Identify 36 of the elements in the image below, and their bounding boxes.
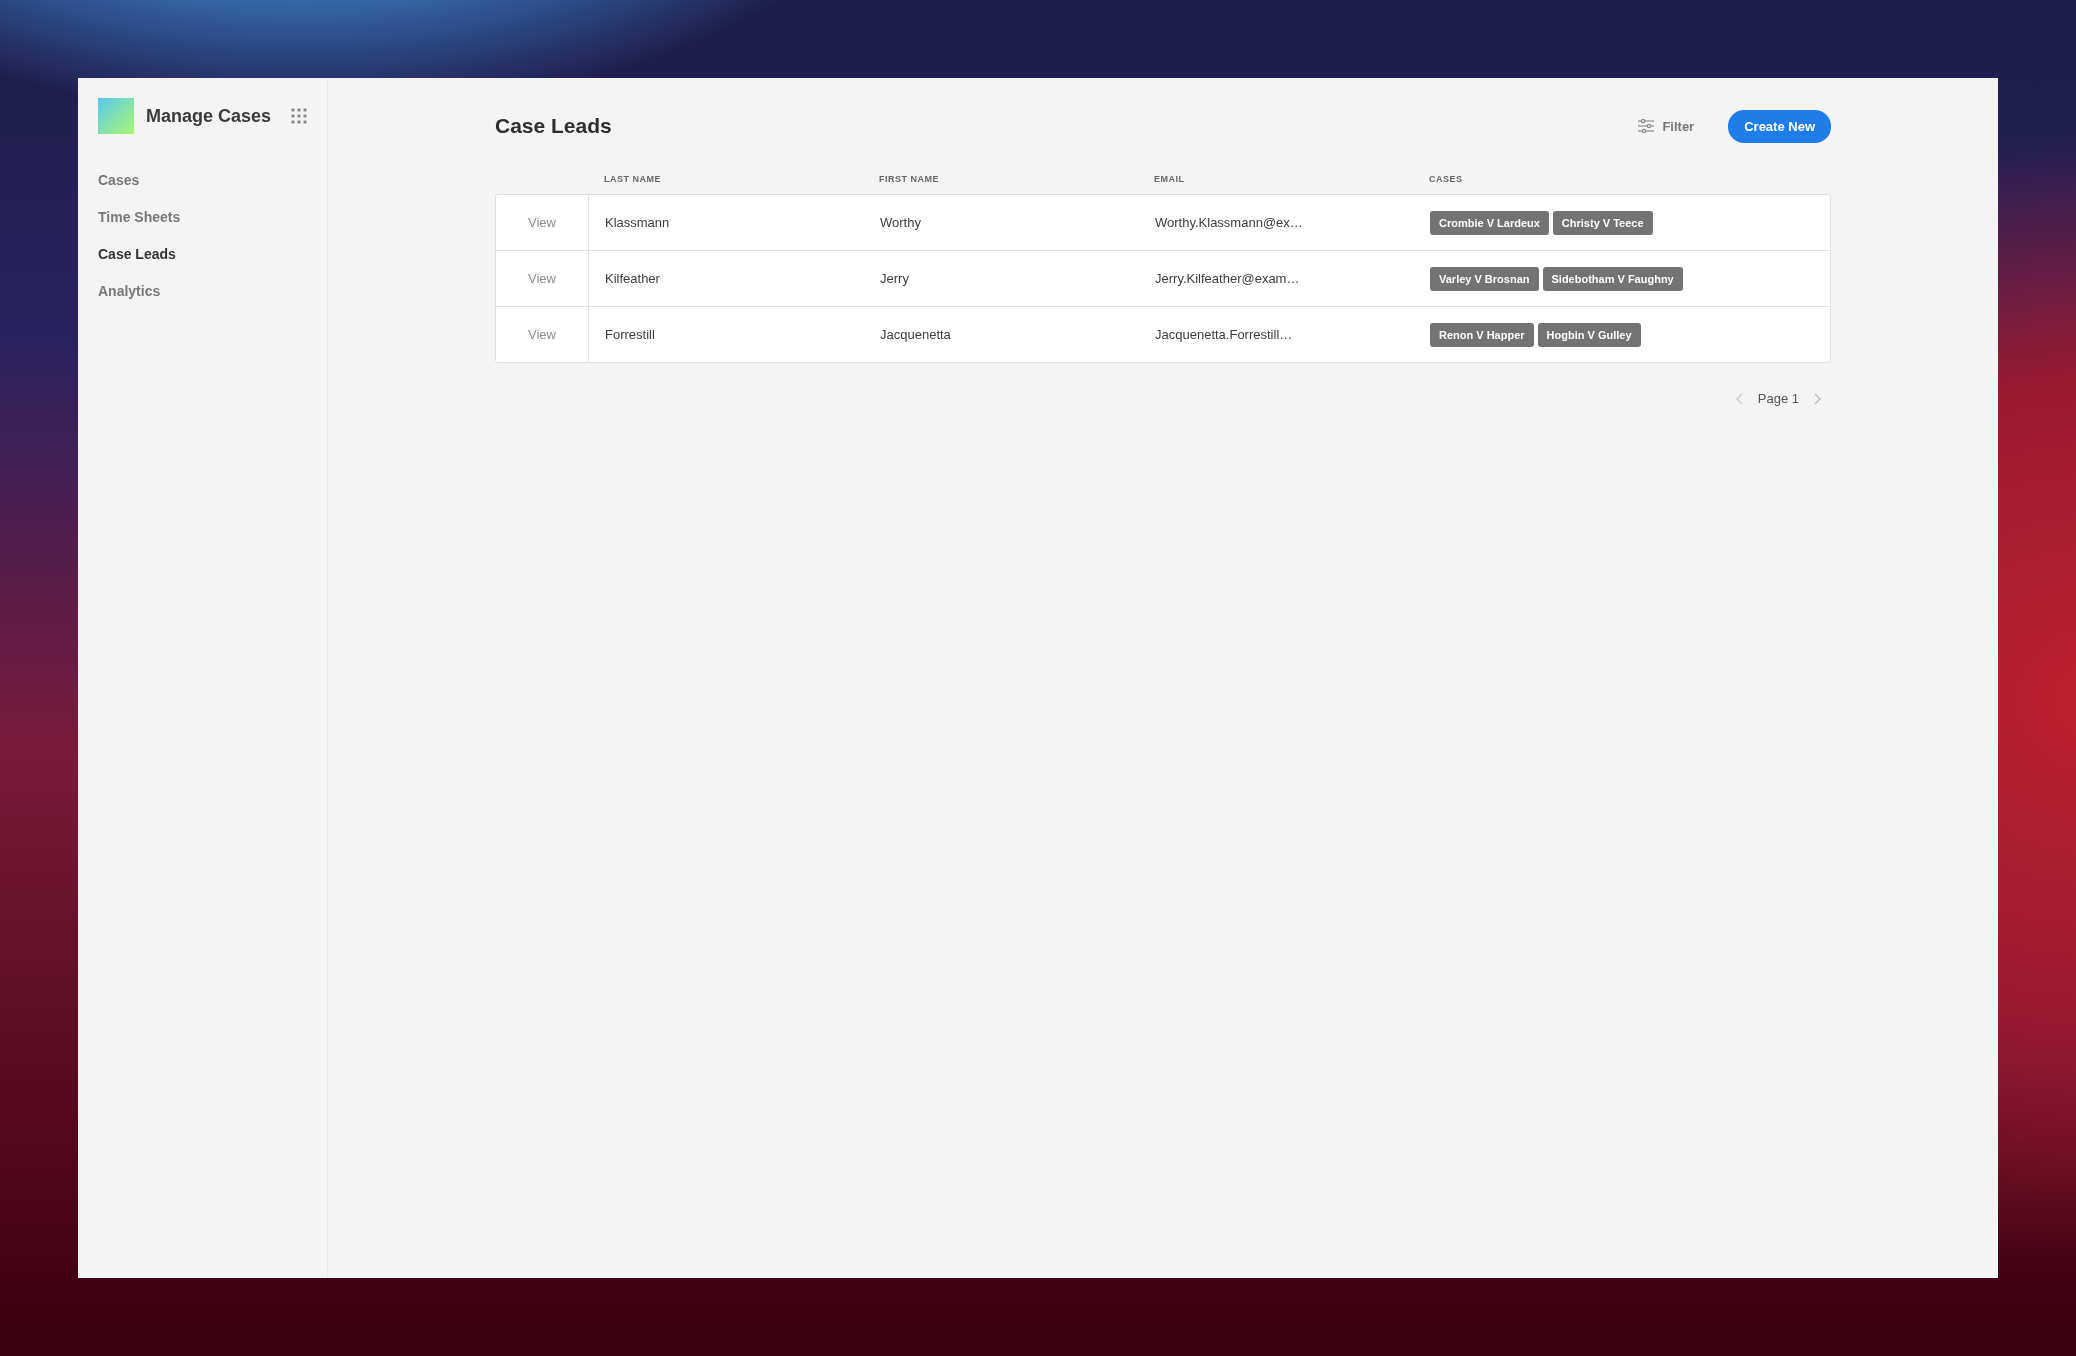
- column-header: EMAIL: [1153, 174, 1186, 184]
- case-tag: Varley V Brosnan: [1430, 266, 1539, 291]
- grid-icon[interactable]: [291, 108, 307, 124]
- sidebar-item[interactable]: Cases: [98, 162, 307, 199]
- table-cell-text: Klassmann: [604, 214, 671, 232]
- filter-button[interactable]: Filter: [1634, 114, 1699, 138]
- table-cell-text: Jacquenetta: [879, 326, 952, 344]
- case-tag: Crombie V Lardeux: [1430, 210, 1549, 235]
- table-cell-text: Jerry: [879, 270, 910, 288]
- table-cell-text: Jacquenetta.Forrestill…: [1154, 326, 1294, 344]
- sidebar-item[interactable]: Case Leads: [98, 236, 307, 273]
- create-new-button[interactable]: Create New: [1728, 109, 1831, 143]
- sidebar-item[interactable]: Time Sheets: [98, 199, 307, 236]
- case-tag: Renon V Happer: [1430, 322, 1534, 347]
- case-tag: Sidebotham V Faughny: [1542, 266, 1683, 291]
- table-cell-text: Worthy: [879, 214, 922, 232]
- table-cell-text: Forrestill: [604, 326, 656, 344]
- sliders-icon: [1638, 119, 1655, 133]
- chevron-right-icon[interactable]: [1813, 392, 1821, 405]
- case-tag: Christy V Teece: [1552, 210, 1653, 235]
- column-header: LAST NAME: [603, 174, 662, 184]
- column-header: FIRST NAME: [878, 174, 940, 184]
- page-indicator: Page 1: [1757, 391, 1799, 406]
- table-cell-text: Worthy.Klassmann@ex…: [1154, 214, 1304, 232]
- chevron-left-icon[interactable]: [1735, 392, 1744, 405]
- sidebar-item[interactable]: Analytics: [98, 273, 307, 310]
- case-tag: Hogbin V Gulley: [1537, 322, 1641, 347]
- app-logo: [98, 98, 134, 134]
- page-title: Case Leads: [495, 114, 613, 138]
- table-cell-text: Kilfeather: [604, 270, 661, 288]
- column-header: CASES: [1428, 174, 1464, 184]
- app-title: Manage Cases: [146, 105, 273, 127]
- view-link[interactable]: View: [528, 327, 556, 342]
- view-link[interactable]: View: [528, 215, 556, 230]
- table-cell-text: Jerry.Kilfeather@exam…: [1154, 270, 1301, 288]
- view-link[interactable]: View: [528, 271, 556, 286]
